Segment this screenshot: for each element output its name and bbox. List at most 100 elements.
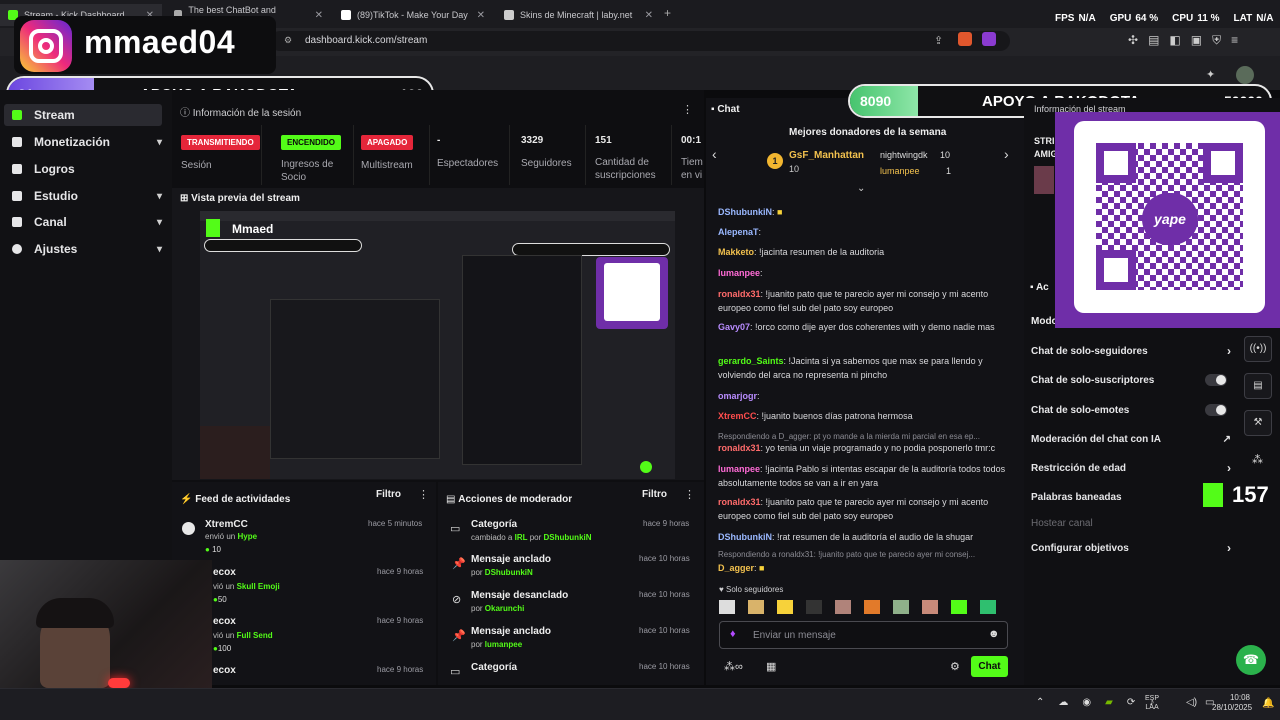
chat-username[interactable]: ronaldx31	[718, 443, 761, 453]
chat-username[interactable]: lumanpee	[718, 464, 760, 474]
toggle-emotes-only[interactable]: Chat de solo-emotes	[1031, 402, 1231, 418]
configure-goals-item[interactable]: Configurar objetivos ›	[1031, 540, 1231, 556]
toggle-subscribers-only[interactable]: Chat de solo-suscriptores	[1031, 372, 1231, 388]
chat-username[interactable]: lumanpee	[718, 268, 760, 278]
close-icon[interactable]: ✕	[645, 10, 653, 21]
nvidia-icon[interactable]: ▰	[1105, 697, 1113, 708]
list-item[interactable]: ⊘ Mensaje desanclado hace 10 horas por O…	[446, 589, 696, 625]
more-options-icon[interactable]: ⋮	[418, 488, 429, 501]
chat-message[interactable]: D_agger: ■	[718, 561, 1018, 575]
emoji-icon[interactable]: ☻	[988, 628, 1000, 640]
chevron-right-icon[interactable]: ›	[1004, 146, 1009, 162]
points-icon[interactable]: ⁂	[1252, 453, 1263, 466]
tab-minecraft-skins[interactable]: Skins de Minecraft | laby.net ✕	[496, 4, 661, 26]
chat-username[interactable]: DShubunkiN	[718, 207, 772, 217]
host-channel-item[interactable]: Hostear canal	[1031, 515, 1231, 531]
list-item[interactable]: ecox hace 9 horas vió un Full Send ●100	[178, 615, 433, 655]
tab-tiktok[interactable]: (89)TikTok - Make Your Day ✕	[333, 4, 493, 26]
sidebar-item-monetizacion[interactable]: Monetización ▾	[12, 131, 162, 153]
emote-icon[interactable]	[835, 600, 851, 614]
emote-icon[interactable]	[719, 600, 735, 614]
more-options-icon[interactable]: ⋮	[684, 488, 695, 501]
sync-icon[interactable]: ⟳	[1127, 697, 1135, 708]
emote-icon[interactable]	[980, 600, 996, 614]
app-tray-icon[interactable]: ◉	[1082, 697, 1091, 708]
mod-filter-button[interactable]: Filtro	[642, 489, 667, 500]
chat-username[interactable]: XtremCC	[718, 411, 757, 421]
age-restriction-item[interactable]: Restricción de edad ›	[1031, 460, 1231, 476]
emote-icon[interactable]	[748, 600, 764, 614]
cloud-icon[interactable]: ☁	[1058, 697, 1068, 708]
points-icon[interactable]: ⁂∞	[724, 660, 743, 673]
feed-filter-button[interactable]: Filtro	[376, 489, 401, 500]
chat-message[interactable]: lumanpee: !jacinta Pablo si intentas esc…	[718, 462, 1018, 490]
new-tab-icon[interactable]: +	[664, 6, 671, 20]
emote-icon[interactable]	[777, 600, 793, 614]
layout-icon[interactable]: ▤	[1244, 373, 1272, 399]
chat-message[interactable]: lumanpee:	[718, 266, 1018, 280]
rewards-icon[interactable]	[982, 32, 996, 46]
share-icon[interactable]: ⇪	[934, 34, 943, 47]
list-item[interactable]: 📌 Mensaje anclado hace 10 horas por DShu…	[446, 553, 696, 589]
avatar[interactable]	[1236, 66, 1254, 84]
chat-username[interactable]: D_agger	[718, 563, 754, 573]
sidebar-item-logros[interactable]: Logros	[12, 158, 162, 180]
close-icon[interactable]: ✕	[477, 10, 485, 21]
chat-username[interactable]: DShubunkiN	[718, 532, 772, 542]
wrench-icon[interactable]: ⚒	[1244, 410, 1272, 436]
extensions-icon[interactable]: ✣	[1128, 33, 1138, 48]
subscribers-only-switch[interactable]	[1205, 374, 1227, 386]
chat-message[interactable]: Gavy07: !orco como dije ayer dos coheren…	[718, 320, 1018, 334]
chevron-left-icon[interactable]: ‹	[712, 146, 717, 162]
emotes-only-switch[interactable]	[1205, 404, 1227, 416]
chat-username[interactable]: AlepenaT	[718, 227, 759, 237]
banned-words-item[interactable]: Palabras baneadas	[1031, 489, 1231, 505]
speaker-icon[interactable]: ◁)	[1186, 697, 1197, 708]
site-info-icon[interactable]: ⚙	[284, 35, 292, 46]
reader-icon[interactable]: ▤	[1148, 33, 1159, 48]
chat-username[interactable]: ronaldx31	[718, 497, 761, 507]
donor-name[interactable]: lumanpee	[880, 166, 920, 176]
chat-message[interactable]: ronaldx31: !juanito pato que te parecio …	[718, 287, 1018, 315]
chat-message[interactable]: XtremCC: !juanito buenos días patrona he…	[718, 409, 1018, 423]
send-chat-button[interactable]: Chat	[971, 656, 1008, 677]
chat-username[interactable]: Gavy07	[718, 322, 750, 332]
notifications-icon[interactable]: 🔔	[1262, 698, 1274, 709]
mic-icon[interactable]: ♦	[730, 628, 736, 640]
sidebar-item-estudio[interactable]: Estudio ▾	[12, 185, 162, 207]
chevron-down-icon[interactable]: ⌄	[857, 183, 865, 194]
stream-preview-video[interactable]: Mmaed	[200, 211, 675, 479]
chat-message[interactable]: DShubunkiN: ■	[718, 205, 1018, 219]
store-icon[interactable]: ▦	[766, 660, 776, 673]
sidebar-item-ajustes[interactable]: Ajustes ▾	[12, 238, 162, 260]
chat-message[interactable]: omarjogr:	[718, 389, 1018, 403]
chat-input[interactable]: ♦ Enviar un mensaje ☻	[719, 621, 1008, 649]
emote-icon[interactable]	[893, 600, 909, 614]
chat-username[interactable]: gerardo_Saints	[718, 356, 784, 366]
list-item[interactable]: ▭ Categoría hace 10 horas	[446, 661, 696, 683]
donor-name[interactable]: nightwingdk	[880, 150, 928, 160]
more-options-icon[interactable]: ⋮	[682, 103, 693, 116]
emote-icon[interactable]	[951, 600, 967, 614]
chat-reply-context[interactable]: Respondiendo a ronaldx31: !juanito pato …	[718, 548, 1018, 562]
chat-username[interactable]: Makketo	[718, 247, 754, 257]
list-item[interactable]: XtremCC hace 5 minutos envió un Hype ● 1…	[178, 518, 433, 558]
sparkle-icon[interactable]: ✦	[1206, 68, 1215, 81]
chat-message[interactable]: Makketo: !jacinta resumen de la auditori…	[718, 245, 1018, 259]
address-field[interactable]: ⚙ dashboard.kick.com/stream	[270, 31, 1010, 51]
toggle-followers-only[interactable]: Chat de solo-seguidores ›	[1031, 343, 1231, 359]
vpn-icon[interactable]: ⛨	[1212, 33, 1221, 48]
emote-icon[interactable]	[806, 600, 822, 614]
emote-icon[interactable]	[922, 600, 938, 614]
ai-moderation-link[interactable]: Moderación del chat con IA ↗	[1031, 431, 1231, 447]
sidebar-item-canal[interactable]: Canal ▾	[12, 211, 162, 233]
menu-icon[interactable]: ≡	[1231, 33, 1238, 48]
sidebar-item-stream[interactable]: Stream	[4, 104, 162, 126]
brave-shield-icon[interactable]	[958, 32, 972, 46]
list-item[interactable]: 📌 Mensaje anclado hace 10 horas por luma…	[446, 625, 696, 661]
list-item[interactable]: ecox hace 9 horas	[178, 664, 433, 684]
settings-icon[interactable]: ⚙	[950, 660, 960, 673]
clock[interactable]: 10:08 28/10/2025	[1212, 693, 1252, 713]
support-chat-icon[interactable]: ☎	[1236, 645, 1266, 675]
wallet-icon[interactable]: ▣	[1191, 33, 1202, 48]
